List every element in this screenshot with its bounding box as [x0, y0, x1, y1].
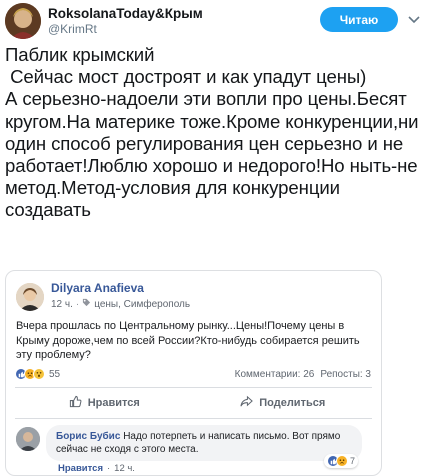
comment-time: 12 ч. — [114, 463, 135, 474]
author-handle[interactable]: @KrimRt — [48, 22, 97, 36]
comments-count: Комментарии: 26 — [234, 369, 315, 380]
author-avatar[interactable] — [5, 3, 41, 39]
comment-reactions: 7 — [324, 454, 359, 468]
post-body: Вчера прошлась по Центральному рынку...Ц… — [16, 320, 360, 361]
post-like-label: Нравится — [87, 397, 140, 409]
post-author-avatar — [16, 283, 44, 311]
chevron-down-icon[interactable] — [407, 13, 421, 27]
comment-reaction-count: 7 — [350, 456, 356, 466]
commenter-avatar — [16, 427, 40, 451]
share-icon — [240, 395, 254, 411]
post-share-label: Поделиться — [259, 397, 326, 409]
post-time: 12 ч. — [51, 298, 73, 310]
commenter-name: Борис Бубис — [56, 431, 121, 442]
post-actions: Нравится Поделиться — [15, 389, 372, 417]
comment-like-label: Нравится — [58, 463, 103, 474]
post-reactions: 55 — [15, 368, 60, 380]
comment-footer: Нравится · 12 ч. — [58, 463, 135, 474]
following-button[interactable]: Читаю — [320, 7, 398, 32]
post-meta: 12 ч. · цены, Симферополь — [51, 298, 190, 310]
separator-dot: · — [106, 463, 111, 474]
tweet-text: Паблик крымский Сейчас мост достроят и к… — [5, 44, 419, 221]
separator-dot: · — [75, 298, 80, 310]
tweet-header: RoksolanaToday&Крым @KrimRt Читаю — [0, 0, 428, 40]
comment-bubble: Борис Бубис Надо потерпеть и написать пи… — [46, 425, 362, 461]
post-like-action: Нравится — [15, 389, 194, 417]
divider — [15, 387, 372, 388]
reaction-count: 55 — [49, 368, 61, 380]
wow-reaction-icon — [33, 368, 45, 380]
tag-icon — [82, 298, 91, 310]
reposts-count: Репосты: 3 — [320, 369, 371, 380]
author-name[interactable]: RoksolanaToday&Крым — [48, 6, 203, 21]
post-share-action: Поделиться — [194, 389, 373, 417]
post-author-name: Dilyara Anafieva — [51, 281, 144, 295]
post-tag: цены, Симферополь — [94, 298, 191, 310]
sad-reaction-icon — [336, 455, 348, 467]
post-comment: Борис Бубис Надо потерпеть и написать пи… — [16, 425, 376, 475]
embedded-post-image[interactable]: Dilyara Anafieva 12 ч. · цены, Симферопо… — [5, 270, 382, 476]
post-stats: Комментарии: 26 Репосты: 3 — [235, 369, 371, 380]
thumbs-up-icon — [69, 395, 82, 411]
divider — [15, 418, 372, 419]
